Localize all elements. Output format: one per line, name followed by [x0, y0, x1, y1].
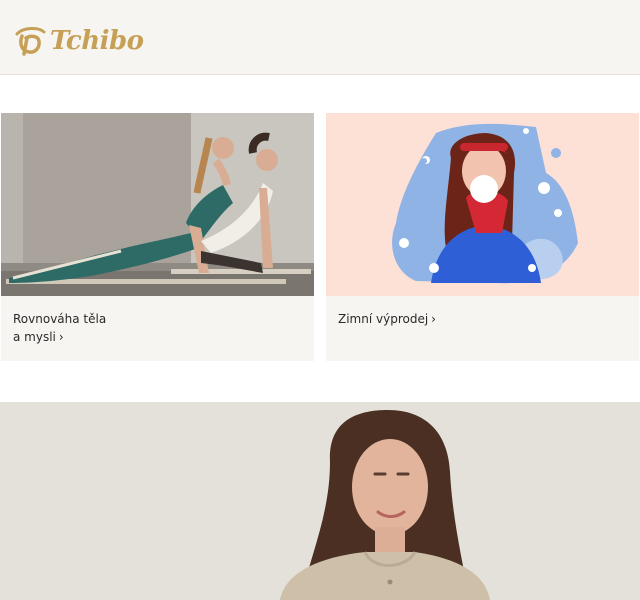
- tchibo-logo[interactable]: Tchibo: [13, 24, 144, 58]
- site-header: Tchibo: [0, 0, 640, 75]
- teaser-caption: Rovnováha těla a mysli ›: [13, 310, 303, 346]
- winter-sale-illustration: [326, 113, 639, 296]
- chevron-right-icon: ›: [431, 312, 436, 326]
- teaser-caption: Zimní výprodej ›: [338, 310, 628, 328]
- tchibo-cup-logo-icon: [13, 24, 47, 58]
- chevron-right-icon: ›: [58, 330, 64, 344]
- teaser-card-balance[interactable]: Rovnováha těla a mysli ›: [1, 113, 314, 361]
- model-photo: [0, 402, 640, 600]
- fashion-banner[interactable]: [0, 402, 640, 600]
- teaser-card-winter-sale[interactable]: Zimní výprodej ›: [326, 113, 639, 361]
- teaser-title-line1: Rovnováha těla: [13, 312, 107, 326]
- brand-name: Tchibo: [50, 26, 144, 56]
- yoga-image: [1, 113, 314, 296]
- teaser-title-line2: a mysli: [13, 330, 56, 344]
- teaser-title: Zimní výprodej: [338, 312, 429, 326]
